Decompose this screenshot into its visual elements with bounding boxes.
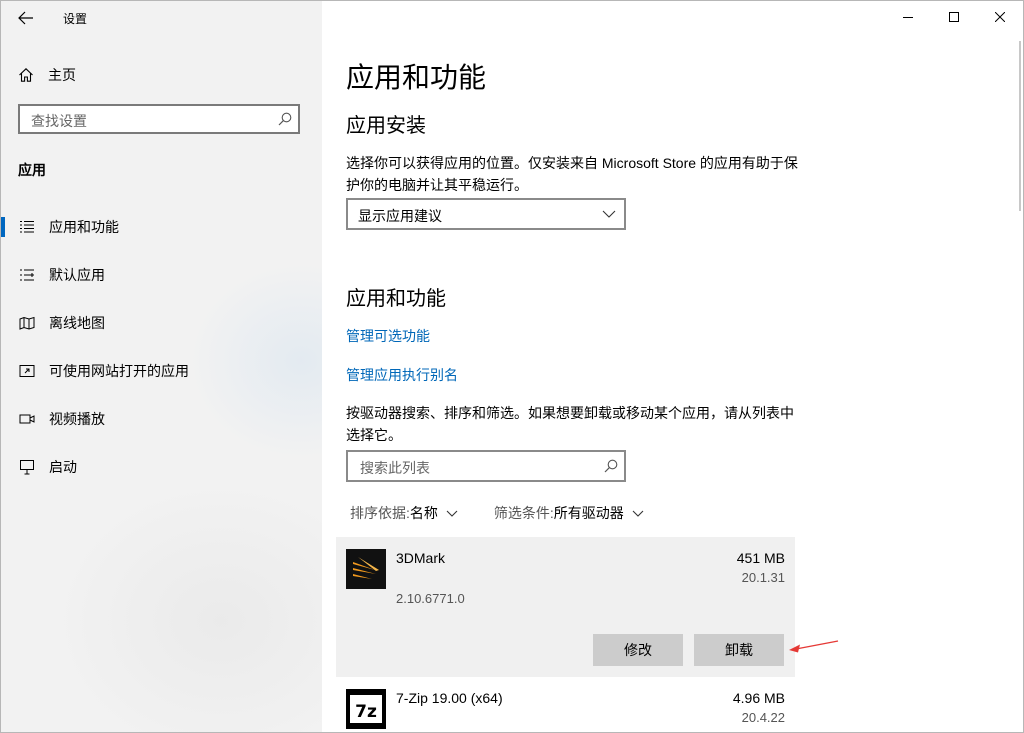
sidebar: 设置 主页 应用 应用和功能 bbox=[1, 1, 322, 732]
uninstall-button[interactable]: 卸载 bbox=[694, 634, 784, 666]
window-controls bbox=[885, 1, 1023, 33]
app-list-search-box[interactable] bbox=[346, 450, 626, 482]
app-size: 451 MB bbox=[736, 550, 785, 566]
filter-dropdown[interactable]: 筛选条件: 所有驱动器 bbox=[494, 503, 644, 523]
chevron-down-icon bbox=[446, 510, 458, 517]
back-arrow-icon bbox=[18, 11, 33, 25]
sidebar-item-offline-maps[interactable]: 离线地图 bbox=[1, 299, 322, 347]
chevron-down-icon bbox=[632, 510, 644, 517]
home-link[interactable]: 主页 bbox=[18, 64, 76, 86]
svg-text:7z: 7z bbox=[355, 702, 377, 722]
app-name: 7-Zip 19.00 (x64) bbox=[396, 690, 503, 706]
7zip-app-icon: 7z bbox=[346, 689, 386, 729]
install-description: 选择你可以获得应用的位置。仅安装来自 Microsoft Store 的应用有助… bbox=[346, 155, 798, 193]
minimize-button[interactable] bbox=[885, 1, 931, 33]
sidebar-item-label: 视频播放 bbox=[49, 411, 105, 427]
filter-label: 筛选条件: bbox=[493, 505, 554, 521]
sidebar-item-label: 离线地图 bbox=[49, 315, 105, 331]
select-value: 显示应用建议 bbox=[358, 208, 442, 224]
sidebar-item-startup[interactable]: 启动 bbox=[1, 443, 322, 491]
scrollbar[interactable] bbox=[1019, 41, 1021, 211]
app-date: 20.1.31 bbox=[741, 570, 785, 585]
sort-label: 排序依据: bbox=[350, 505, 410, 521]
app-version: 2.10.6771.0 bbox=[396, 591, 465, 606]
app-date: 20.4.22 bbox=[741, 710, 785, 725]
settings-search-input[interactable] bbox=[29, 110, 273, 132]
list-filters: 排序依据: 名称 筛选条件: 所有驱动器 bbox=[350, 503, 644, 523]
sidebar-item-default-apps[interactable]: 默认应用 bbox=[1, 251, 322, 299]
minimize-icon bbox=[903, 17, 913, 18]
app-list-search-input[interactable] bbox=[358, 457, 592, 479]
maximize-icon bbox=[949, 12, 959, 22]
settings-window: 设置 主页 应用 应用和功能 bbox=[0, 0, 1024, 733]
app-install-source-select[interactable]: 显示应用建议 bbox=[346, 198, 626, 230]
search-icon[interactable] bbox=[604, 459, 618, 473]
chevron-down-icon bbox=[602, 210, 616, 218]
app-list-item-selected[interactable]: 3DMark 451 MB 20.1.31 2.10.6771.0 修改 卸载 bbox=[336, 537, 795, 677]
sidebar-item-apps-features[interactable]: 应用和功能 bbox=[1, 203, 322, 251]
section-title: 应用 bbox=[18, 162, 46, 178]
sort-dropdown[interactable]: 排序依据: 名称 bbox=[350, 503, 458, 523]
3dmark-app-icon bbox=[346, 549, 386, 589]
app-name: 3DMark bbox=[396, 550, 446, 566]
app-size: 4.96 MB bbox=[732, 690, 785, 706]
close-icon bbox=[995, 12, 1005, 22]
startup-icon bbox=[17, 457, 37, 477]
title-bar: 设置 bbox=[1, 1, 322, 35]
sidebar-nav: 应用和功能 默认应用 离线地图 可使用网站打开的应用 视频播放 启动 bbox=[1, 203, 322, 491]
home-icon bbox=[19, 68, 33, 82]
apps-heading: 应用和功能 bbox=[346, 288, 446, 310]
close-button[interactable] bbox=[977, 1, 1023, 33]
page-title: 应用和功能 bbox=[346, 62, 487, 93]
apps-list-icon bbox=[17, 217, 37, 237]
manage-execution-alias-link[interactable]: 管理应用执行别名 bbox=[346, 365, 458, 385]
sidebar-item-label: 启动 bbox=[49, 459, 77, 475]
filter-value: 所有驱动器 bbox=[553, 505, 624, 521]
window-title: 设置 bbox=[63, 12, 88, 26]
settings-search-box[interactable] bbox=[18, 104, 300, 134]
install-heading: 应用安装 bbox=[346, 115, 426, 137]
list-description: 按驱动器搜索、排序和筛选。如果想要卸载或移动某个应用，请从列表中选择它。 bbox=[346, 405, 794, 443]
sidebar-item-label: 默认应用 bbox=[49, 267, 105, 283]
modify-button[interactable]: 修改 bbox=[593, 634, 683, 666]
app-list-item[interactable]: 7z 7-Zip 19.00 (x64) 4.96 MB 20.4.22 bbox=[336, 677, 795, 732]
map-icon bbox=[17, 313, 37, 333]
home-label: 主页 bbox=[48, 67, 76, 83]
open-with-website-icon bbox=[17, 361, 37, 381]
manage-optional-features-link[interactable]: 管理可选功能 bbox=[346, 326, 430, 346]
sidebar-item-label: 可使用网站打开的应用 bbox=[49, 363, 189, 379]
maximize-button[interactable] bbox=[931, 1, 977, 33]
video-icon bbox=[17, 409, 37, 429]
sort-value: 名称 bbox=[409, 505, 438, 521]
search-icon[interactable] bbox=[278, 112, 292, 126]
default-apps-icon bbox=[17, 265, 37, 285]
main-content: 应用和功能 应用安装 选择你可以获得应用的位置。仅安装来自 Microsoft … bbox=[322, 1, 1023, 732]
back-button[interactable] bbox=[11, 5, 41, 31]
sidebar-item-video-playback[interactable]: 视频播放 bbox=[1, 395, 322, 443]
annotation-arrow-icon bbox=[789, 640, 839, 653]
sidebar-item-apps-for-websites[interactable]: 可使用网站打开的应用 bbox=[1, 347, 322, 395]
sidebar-item-label: 应用和功能 bbox=[49, 219, 119, 235]
